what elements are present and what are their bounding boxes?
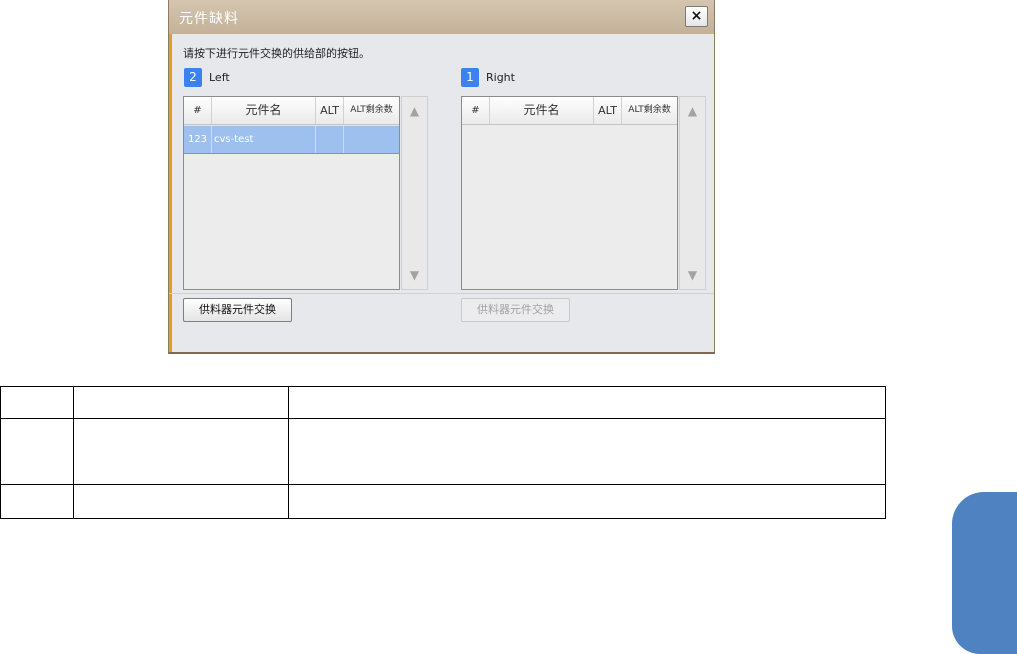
row-num: 123 — [184, 126, 212, 153]
row-alt — [316, 126, 344, 153]
col-num-header[interactable]: # — [184, 97, 212, 124]
scroll-up-arrow-icon[interactable]: ▲ — [680, 101, 705, 121]
side-chapter-tab — [952, 492, 1017, 654]
table-cell — [0, 418, 74, 485]
table-cell — [0, 484, 74, 519]
right-count-badge: 1 — [461, 68, 479, 87]
col-alt-remaining-header[interactable]: ALT剩余数 — [622, 97, 677, 124]
table-cell — [73, 484, 289, 519]
left-side-label: Left — [209, 71, 230, 84]
col-alt-remaining-header[interactable]: ALT剩余数 — [344, 97, 399, 124]
row-alt-remaining — [344, 126, 399, 153]
left-count-badge: 2 — [184, 68, 202, 87]
dialog-titlebar: 元件缺料 × — [169, 0, 714, 34]
table-cell — [73, 386, 289, 419]
left-feeder-exchange-button[interactable]: 供料器元件交换 — [183, 298, 292, 322]
col-alt-header[interactable]: ALT — [316, 97, 344, 124]
col-name-header[interactable]: 元件名 — [212, 97, 316, 124]
col-alt-header[interactable]: ALT — [594, 97, 622, 124]
left-component-table: # 元件名 ALT ALT剩余数 123 cvs-test — [183, 96, 400, 290]
table-row — [0, 484, 886, 519]
scroll-down-arrow-icon[interactable]: ▼ — [402, 265, 427, 285]
table-cell — [73, 418, 289, 485]
right-side-label: Right — [486, 71, 515, 84]
row-name: cvs-test — [212, 126, 316, 153]
table-row[interactable]: 123 cvs-test — [184, 125, 399, 154]
table-cell — [0, 386, 74, 419]
table-cell — [288, 484, 886, 519]
table-cell — [288, 386, 886, 419]
table-row — [0, 418, 886, 485]
table-row — [0, 386, 886, 419]
left-scrollbar[interactable]: ▲ ▼ — [401, 96, 428, 290]
dialog-edge-accent — [169, 34, 172, 352]
col-num-header[interactable]: # — [462, 97, 490, 124]
right-component-table: # 元件名 ALT ALT剩余数 — [461, 96, 678, 290]
scroll-up-arrow-icon[interactable]: ▲ — [402, 101, 427, 121]
instruction-text: 请按下进行元件交换的供给部的按钮。 — [183, 47, 370, 60]
document-table — [0, 386, 886, 519]
right-feeder-exchange-button[interactable]: 供料器元件交换 — [461, 298, 570, 322]
button-divider — [169, 293, 714, 294]
right-scrollbar[interactable]: ▲ ▼ — [679, 96, 706, 290]
dialog-title: 元件缺料 — [179, 11, 239, 27]
feeder-shortage-dialog: 元件缺料 × 请按下进行元件交换的供给部的按钮。 2 Left # 元件名 AL… — [168, 0, 715, 354]
scroll-down-arrow-icon[interactable]: ▼ — [680, 265, 705, 285]
right-table-header: # 元件名 ALT ALT剩余数 — [462, 97, 677, 125]
close-button[interactable]: × — [685, 6, 708, 27]
col-name-header[interactable]: 元件名 — [490, 97, 594, 124]
table-cell — [288, 418, 886, 485]
left-table-header: # 元件名 ALT ALT剩余数 — [184, 97, 399, 125]
